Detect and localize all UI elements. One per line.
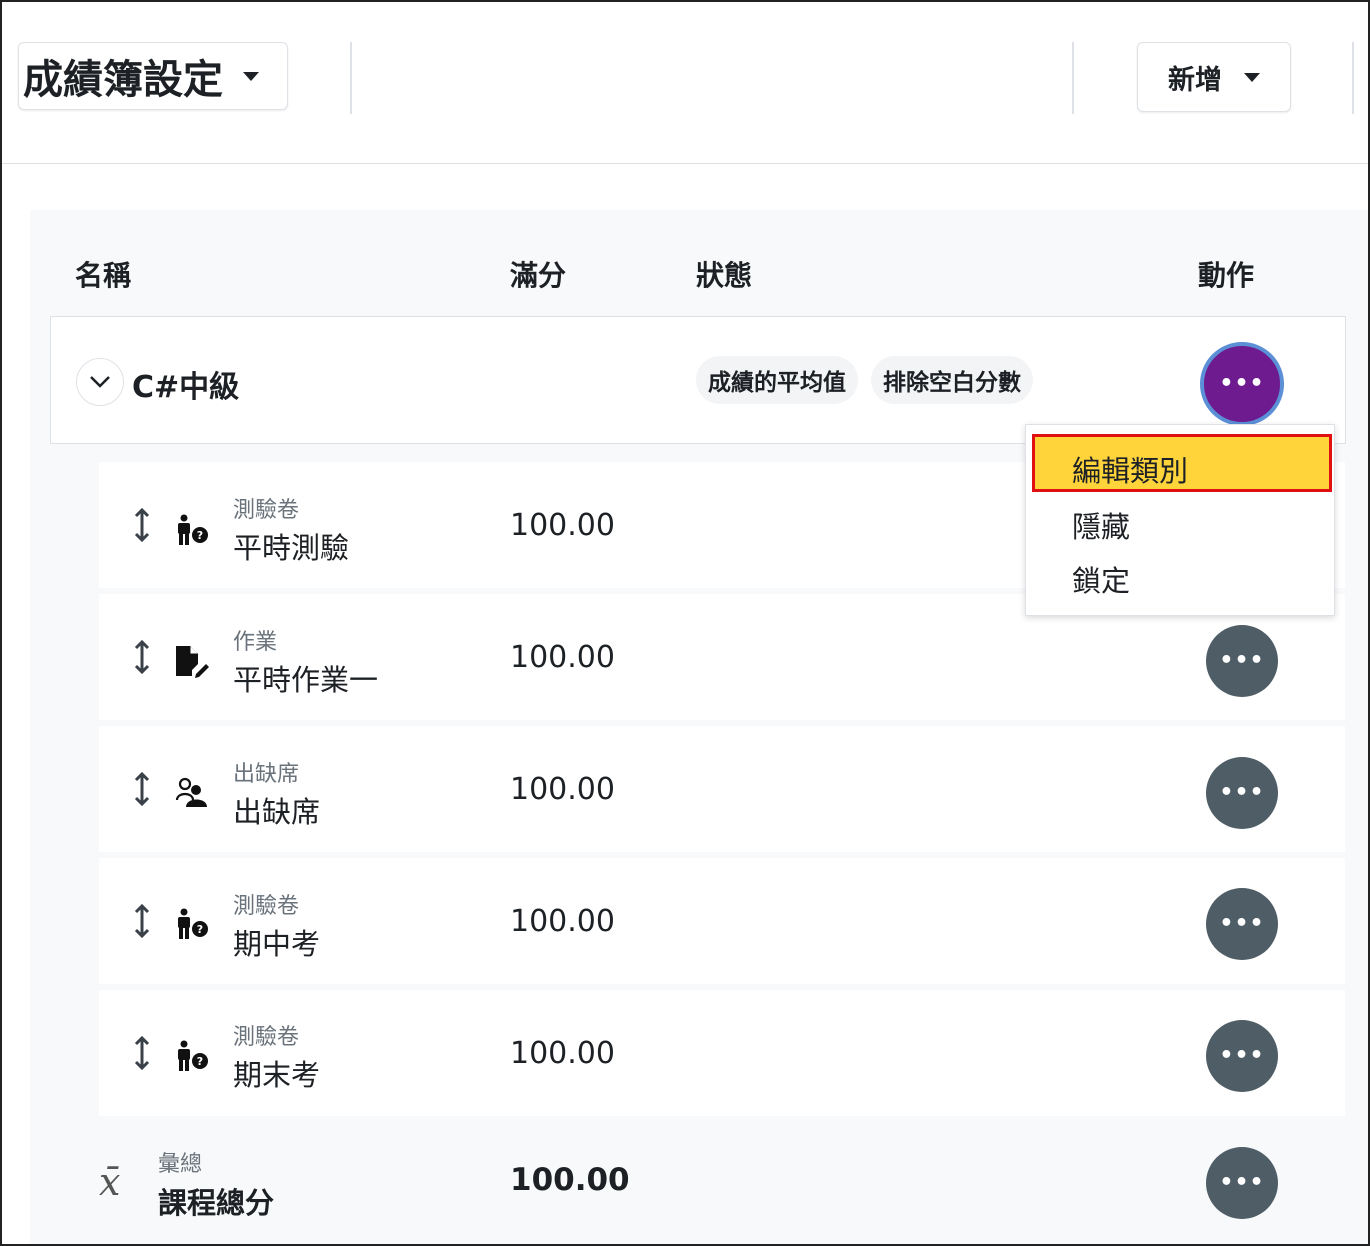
item-max-grade: 100.00	[510, 640, 615, 675]
more-icon: •••	[1219, 1043, 1265, 1068]
item-max-grade: 100.00	[510, 904, 615, 939]
svg-text:?: ?	[197, 923, 203, 936]
item-actions-button[interactable]: •••	[1206, 625, 1278, 697]
status-badge: 排除空白分數	[871, 356, 1033, 404]
item-actions-button[interactable]: •••	[1206, 1020, 1278, 1092]
chevron-down-icon	[90, 376, 110, 388]
item-type: 測驗卷	[233, 498, 300, 523]
caret-down-icon	[1244, 72, 1260, 82]
menu-item-lock[interactable]: 鎖定	[1072, 558, 1130, 600]
header-divider	[1352, 42, 1354, 114]
total-actions-button[interactable]: •••	[1206, 1147, 1278, 1219]
column-header-name: 名稱	[75, 259, 132, 292]
item-max-grade: 100.00	[510, 508, 615, 543]
item-type: 測驗卷	[233, 1025, 300, 1050]
page-header: 成績簿設定 新增	[2, 2, 1368, 164]
move-icon[interactable]	[133, 640, 151, 674]
column-header-max: 滿分	[510, 259, 567, 292]
move-icon[interactable]	[133, 508, 151, 542]
more-icon: •••	[1219, 911, 1265, 936]
item-actions-button[interactable]: •••	[1206, 757, 1278, 829]
header-divider	[350, 42, 352, 114]
item-name[interactable]: 期中考	[233, 921, 320, 963]
page-title: 成績簿設定	[23, 57, 223, 103]
svg-text:?: ?	[197, 529, 203, 542]
column-header-actions: 動作	[1198, 259, 1255, 292]
add-button-label: 新增	[1168, 64, 1222, 96]
item-name[interactable]: 平時作業一	[233, 657, 378, 699]
item-name[interactable]: 平時測驗	[233, 525, 349, 567]
more-icon: •••	[1219, 780, 1265, 805]
more-icon: •••	[1219, 1170, 1265, 1195]
item-type: 測驗卷	[233, 894, 300, 919]
item-name[interactable]: 期末考	[233, 1052, 320, 1094]
quiz-icon: ?	[178, 908, 208, 939]
move-icon[interactable]	[133, 772, 151, 806]
item-max-grade: 100.00	[510, 772, 615, 807]
page-frame: 成績簿設定 新增 名稱 滿分 狀態 動作 C#中級 成績的平均值 排除空白分數 …	[0, 0, 1370, 1246]
attendance-icon	[175, 777, 207, 807]
column-header-status: 狀態	[696, 259, 753, 292]
status-badge: 成績的平均值	[696, 356, 858, 404]
move-icon[interactable]	[133, 1036, 151, 1070]
aggregation-icon: x̄	[99, 1160, 121, 1204]
category-actions-button[interactable]: •••	[1200, 342, 1284, 426]
category-name: C#中級	[132, 370, 240, 405]
move-icon[interactable]	[133, 904, 151, 938]
item-actions-button[interactable]: •••	[1206, 888, 1278, 960]
total-name: 課程總分	[158, 1186, 275, 1220]
svg-text:?: ?	[197, 1055, 203, 1068]
collapse-toggle[interactable]	[76, 358, 124, 406]
add-button[interactable]: 新增	[1137, 42, 1291, 112]
item-max-grade: 100.00	[510, 1036, 615, 1071]
menu-item-edit-category[interactable]: 編輯類別	[1072, 448, 1188, 490]
total-max-grade: 100.00	[510, 1162, 630, 1198]
menu-item-hide[interactable]: 隱藏	[1072, 504, 1130, 546]
header-divider	[1072, 42, 1074, 114]
item-type: 作業	[233, 630, 278, 655]
gradebook-setup-selector[interactable]: 成績簿設定	[18, 42, 288, 110]
assignment-icon	[176, 646, 209, 678]
quiz-icon: ?	[178, 1040, 208, 1071]
caret-down-icon	[243, 71, 259, 81]
total-type: 彙總	[158, 1152, 203, 1177]
item-type: 出缺席	[233, 762, 300, 787]
quiz-icon: ?	[178, 514, 208, 545]
more-icon: •••	[1219, 371, 1265, 396]
item-name[interactable]: 出缺席	[233, 789, 320, 831]
more-icon: •••	[1219, 648, 1265, 673]
